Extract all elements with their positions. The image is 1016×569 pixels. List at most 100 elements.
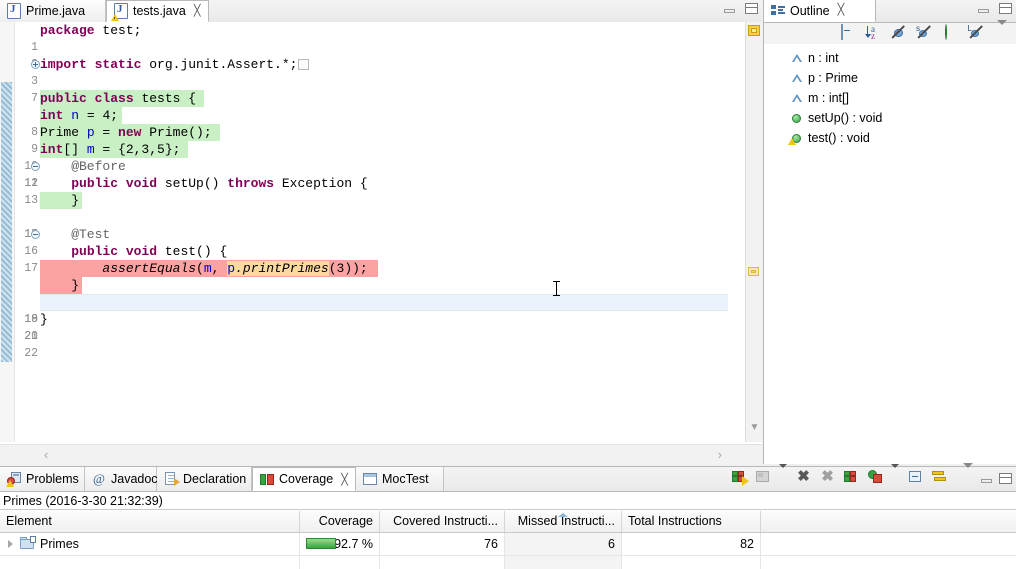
maximize-icon[interactable] <box>999 3 1012 14</box>
code-line: 12 @Before <box>0 158 126 190</box>
view-menu-icon[interactable] <box>963 463 974 485</box>
column-header-covered[interactable]: Covered Instructi... <box>380 511 505 532</box>
table-empty-area <box>0 556 1016 569</box>
close-icon[interactable]: ╳ <box>194 5 201 17</box>
minimize-icon[interactable] <box>981 475 992 483</box>
line-number: 22 <box>24 347 38 360</box>
select-session-icon[interactable] <box>867 468 884 485</box>
import-dropdown-icon[interactable] <box>779 464 788 485</box>
tab-outline[interactable]: Outline ╳ <box>764 0 876 22</box>
outline-item-test[interactable]: test() : void <box>764 128 1016 148</box>
outline-list: n : int p : Prime m : int[] setUp() : vo… <box>764 44 1016 464</box>
line-content: int n = 4; <box>40 108 119 123</box>
sort-alphabetically-icon[interactable]: az <box>865 24 882 41</box>
bottom-tab-label: Javadoc <box>111 472 158 486</box>
tab-javadoc[interactable]: @ Javadoc <box>85 467 158 491</box>
link-with-selection-icon[interactable] <box>907 468 924 485</box>
outline-window-buttons <box>978 3 1012 14</box>
close-icon[interactable]: ╳ <box>341 473 348 486</box>
line-content: @Test <box>40 227 111 242</box>
fold-collapse-icon[interactable] <box>31 162 40 171</box>
code-line: 14 } <box>0 192 82 241</box>
fold-expand-icon[interactable] <box>31 60 40 69</box>
scroll-down-arrow-icon[interactable]: ▼ <box>749 422 760 433</box>
minimize-icon[interactable] <box>978 5 989 13</box>
hide-nonpublic-icon[interactable] <box>945 24 960 41</box>
code-line: 18 assertEquals(m, p.printPrimes(3)); <box>0 260 378 326</box>
bottom-panel: Problems @ Javadoc Declaration Coverage … <box>0 463 1016 569</box>
collapse-all-icon[interactable] <box>841 24 856 41</box>
line-content: } <box>40 312 48 327</box>
code-line: 9 int n = 4; <box>0 107 122 156</box>
coverage-status-line: Primes (2016-3-30 21:32:39) <box>0 492 1016 510</box>
tab-mooctest[interactable]: MocTest <box>356 467 444 491</box>
close-icon[interactable]: ╳ <box>838 5 845 16</box>
outline-item-label: setUp() : void <box>808 111 883 125</box>
code-line-current: 20 <box>0 294 762 343</box>
line-content: public void test() { <box>71 244 228 259</box>
maximize-icon[interactable] <box>999 472 1012 484</box>
line-content: package test; <box>40 23 142 38</box>
code-line: 11 int[] m = {2,3,5}; <box>0 141 188 190</box>
collapsed-arrow-icon[interactable] <box>8 540 13 548</box>
minimize-icon[interactable] <box>724 5 735 13</box>
table-row[interactable]: Primes 92.7 % 76 6 82 <box>0 533 1016 556</box>
scroll-right-arrow-icon[interactable]: › <box>718 448 722 461</box>
outline-item-n[interactable]: n : int <box>764 48 1016 68</box>
column-header-element[interactable]: Element <box>0 511 300 532</box>
editor-tab-prime[interactable]: Prime.java <box>0 0 106 22</box>
coverage-table: Element Coverage Covered Instructi... Mi… <box>0 511 1016 569</box>
bottom-tab-label: Problems <box>26 472 79 486</box>
remove-session-icon[interactable]: ✖ <box>795 468 812 485</box>
outline-item-label: n : int <box>808 51 839 65</box>
overview-warning-marker[interactable] <box>748 267 759 276</box>
cell-coverage: 92.7 % <box>300 533 380 555</box>
line-content: public class tests { <box>40 91 197 106</box>
code-line: 7 <box>0 73 78 105</box>
collapse-coverage-icon[interactable] <box>843 468 860 485</box>
outline-item-p[interactable]: p : Prime <box>764 68 1016 88</box>
bottom-tabbar: Problems @ Javadoc Declaration Coverage … <box>0 463 1016 492</box>
tab-declaration[interactable]: Declaration <box>157 467 252 491</box>
tab-coverage[interactable]: Coverage ╳ <box>252 467 356 491</box>
outline-item-m[interactable]: m : int[] <box>764 88 1016 108</box>
remove-all-sessions-icon[interactable]: ✖ <box>819 468 836 485</box>
field-icon <box>790 50 808 66</box>
coverage-session-icon[interactable] <box>731 468 749 486</box>
line-content: public void setUp() throws Exception { <box>71 176 368 191</box>
cell-total: 82 <box>622 533 761 555</box>
column-header-total[interactable]: Total Instructions <box>622 511 761 532</box>
scroll-left-arrow-icon[interactable]: ‹ <box>44 448 48 461</box>
line-content: assertEquals(m, p.printPrimes(3)); <box>102 261 368 276</box>
overview-warning-marker[interactable] <box>748 25 760 36</box>
editor-vertical-scrollbar[interactable]: ▲ ▼ <box>745 22 762 442</box>
method-icon <box>790 110 808 126</box>
field-icon <box>790 90 808 106</box>
bottom-tab-label: MocTest <box>382 472 429 486</box>
maximize-icon[interactable] <box>745 3 758 14</box>
editor-tab-tests[interactable]: tests.java ╳ <box>106 0 209 22</box>
view-menu-icon[interactable] <box>997 20 1012 41</box>
select-session-dropdown-icon[interactable] <box>891 464 900 485</box>
hide-fields-icon[interactable] <box>891 25 908 41</box>
hide-local-icon[interactable]: L <box>968 24 986 41</box>
outline-item-setup[interactable]: setUp() : void <box>764 108 1016 128</box>
outline-tab-label: Outline <box>790 3 830 18</box>
code-editor[interactable]: 1 package test; 2 3 import static org.ju… <box>0 22 762 442</box>
cell-element: Primes <box>0 533 300 555</box>
code-line: 17 public void test() { <box>0 243 227 275</box>
eclipse-window: Prime.java tests.java ╳ 1 package <box>0 0 1016 569</box>
column-header-coverage[interactable]: Coverage <box>300 511 380 532</box>
import-session-icon[interactable] <box>755 468 772 485</box>
hide-static-icon[interactable]: s <box>916 24 934 41</box>
relaunch-coverage-icon[interactable] <box>931 468 948 485</box>
code-line: 2 <box>0 39 78 71</box>
bottom-tab-label: Declaration <box>183 472 247 486</box>
coverage-bar <box>306 538 336 549</box>
coverage-toolbar: ✖ ✖ <box>731 463 1014 486</box>
tab-problems[interactable]: Problems <box>0 467 85 491</box>
editor-horizontal-scrollbar[interactable]: ‹ › <box>0 444 762 464</box>
code-line: 22 <box>0 328 78 360</box>
bottom-tab-label: Coverage <box>279 472 334 486</box>
fold-collapse-icon[interactable] <box>31 230 40 239</box>
